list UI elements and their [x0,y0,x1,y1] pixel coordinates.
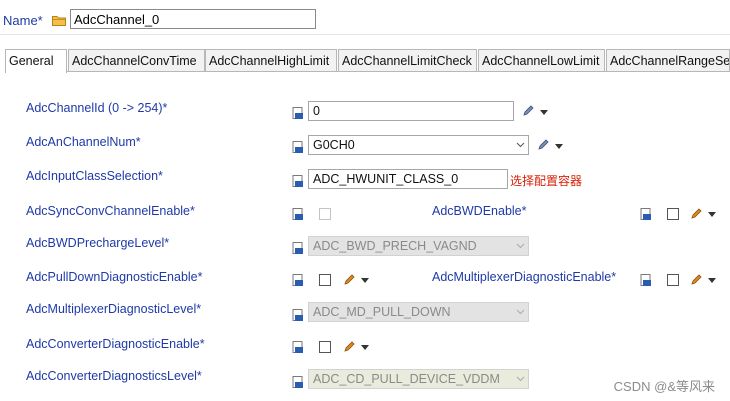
pulldown-diag-checkbox[interactable] [319,274,331,286]
chevron-down-icon[interactable] [708,278,716,283]
watermark: CSDN @&等风来 [613,379,715,394]
chevron-down-icon[interactable] [555,144,563,149]
bwd-precharge-value: ADC_BWD_PRECH_VAGND [313,239,477,253]
an-channel-num-value: G0CH0 [313,138,355,152]
chevron-down-icon[interactable] [516,374,525,383]
bwd-enable-checkbox[interactable] [667,208,679,220]
bwd-precharge-select[interactable]: ADC_BWD_PRECH_VAGND [308,236,529,256]
conv-diag-level-value: ADC_CD_PULL_DEVICE_VDDM [313,372,500,386]
select-config-container-hint[interactable]: 选择配置容器 [510,172,582,189]
tab-adc-channel-high-limit[interactable]: AdcChannelHighLimit [205,49,337,71]
chevron-down-icon[interactable] [540,110,548,115]
mux-diag-enable-checkbox[interactable] [667,274,679,286]
mux-diag-level-select[interactable]: ADC_MD_PULL_DOWN [308,302,529,322]
an-channel-num-label: AdcAnChannelNum* [26,135,141,149]
tab-bar: General AdcChannelConvTime AdcChannelHig… [5,49,730,73]
enum-param-icon [292,141,303,153]
mux-diag-enable-label: AdcMultiplexerDiagnosticEnable* [432,270,617,284]
conv-diag-enable-label: AdcConverterDiagnosticEnable* [26,337,205,351]
chevron-down-icon[interactable] [361,345,369,350]
name-label: Name* [3,13,43,28]
tab-general[interactable]: General [5,49,67,73]
reference-param-icon [292,175,303,187]
conv-diag-enable-checkbox[interactable] [319,341,331,353]
integer-param-icon [292,107,303,119]
pencil-blue-icon[interactable] [537,139,549,151]
chevron-down-icon[interactable] [516,307,525,316]
boolean-param-icon [640,208,651,220]
tab-adc-channel-limit-check[interactable]: AdcChannelLimitCheck [338,49,477,71]
name-input[interactable] [70,9,316,29]
input-class-label: AdcInputClassSelection* [26,169,163,183]
mux-diag-level-label: AdcMultiplexerDiagnosticLevel* [26,302,202,316]
chevron-down-icon[interactable] [708,212,716,217]
folder-icon [52,16,66,26]
pencil-icon[interactable] [690,274,702,286]
pencil-icon[interactable] [343,341,355,353]
pencil-icon[interactable] [343,274,355,286]
enum-param-icon [292,376,303,388]
chevron-down-icon[interactable] [361,278,369,283]
enum-param-icon [292,242,303,254]
conv-diag-level-select[interactable]: ADC_CD_PULL_DEVICE_VDDM [308,369,529,389]
mux-diag-level-value: ADC_MD_PULL_DOWN [313,305,451,319]
pencil-icon[interactable] [690,208,702,220]
boolean-param-icon [292,341,303,353]
header-divider [0,34,730,35]
input-class-field[interactable]: ADC_HWUNIT_CLASS_0 [308,169,508,189]
tab-adc-channel-low-limit[interactable]: AdcChannelLowLimit [478,49,605,71]
sync-conv-checkbox[interactable] [319,208,331,220]
conv-diag-level-label: AdcConverterDiagnosticsLevel* [26,369,202,383]
tab-adc-channel-conv-time[interactable]: AdcChannelConvTime [68,49,205,71]
boolean-param-icon [640,274,651,286]
an-channel-num-select[interactable]: G0CH0 [308,135,529,155]
pulldown-diag-label: AdcPullDownDiagnosticEnable* [26,270,203,284]
enum-param-icon [292,309,303,321]
chevron-down-icon[interactable] [516,241,525,250]
channel-id-input[interactable]: 0 [308,101,514,121]
pencil-blue-icon[interactable] [522,105,534,117]
tab-underline [5,71,730,72]
tab-adc-channel-range-se[interactable]: AdcChannelRangeSe [606,49,730,71]
boolean-param-icon [292,208,303,220]
chevron-down-icon[interactable] [516,140,525,149]
sync-conv-label: AdcSyncConvChannelEnable* [26,204,195,218]
bwd-enable-label: AdcBWDEnable* [432,204,527,218]
bwd-precharge-label: AdcBWDPrechargeLevel* [26,236,170,250]
channel-id-label: AdcChannelId (0 -> 254)* [26,101,168,115]
boolean-param-icon [292,274,303,286]
